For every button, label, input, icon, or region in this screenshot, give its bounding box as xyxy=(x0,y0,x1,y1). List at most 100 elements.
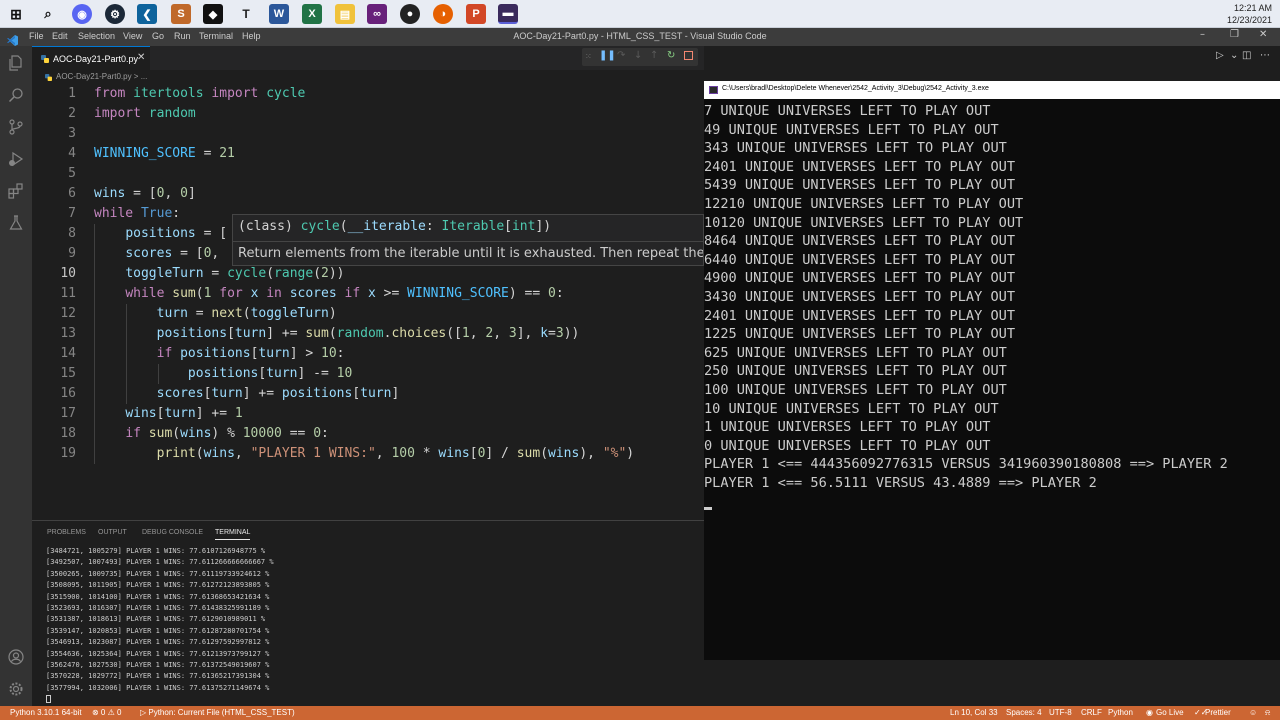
status-python-version[interactable]: Python 3.10.1 64-bit xyxy=(10,708,82,717)
split-editor-icon[interactable]: ◫ xyxy=(1242,50,1251,61)
console-line: 100 UNIQUE UNIVERSES LEFT TO PLAY OUT xyxy=(704,381,1007,398)
discord-icon[interactable]: ◉ xyxy=(72,4,92,24)
run-file-icon[interactable]: ▷ xyxy=(1216,50,1224,61)
extensions-icon[interactable] xyxy=(7,182,25,200)
feedback-icon[interactable]: ☺ xyxy=(1249,708,1257,717)
notifications-bell-icon[interactable]: ⍾ xyxy=(1265,708,1270,718)
close-window-icon[interactable]: ✕ xyxy=(1259,29,1267,40)
status-encoding[interactable]: UTF-8 xyxy=(1049,708,1072,717)
windows-start-icon[interactable]: ⊞ xyxy=(6,4,26,24)
menu-help[interactable]: Help xyxy=(242,31,261,41)
status-prettier[interactable]: Prettier xyxy=(1205,708,1231,717)
pause-icon[interactable]: ❚❚ xyxy=(599,50,616,61)
console-line: 6440 UNIQUE UNIVERSES LEFT TO PLAY OUT xyxy=(704,251,1015,268)
console-line: 12210 UNIQUE UNIVERSES LEFT TO PLAY OUT xyxy=(704,195,1024,212)
line-number: 8 xyxy=(68,226,76,241)
sublime-icon[interactable]: S xyxy=(171,4,191,24)
restore-icon[interactable]: ❐ xyxy=(1230,29,1239,40)
restart-icon[interactable]: ↻ xyxy=(667,50,675,61)
step-over-icon: ↷ xyxy=(617,50,626,61)
terminal-line: [3515900, 1014100] PLAYER 1 WINS: 77.613… xyxy=(46,592,270,601)
stop-icon[interactable] xyxy=(684,51,693,60)
title-bar: AOC-Day21-Part0.py - HTML_CSS_TEST - Vis… xyxy=(0,28,1280,46)
code-editor[interactable]: 1 2 3 4 5 6 7 8 9 10 11 12 13 14 15 16 1… xyxy=(32,84,704,520)
line-number: 12 xyxy=(60,306,76,321)
menu-run[interactable]: Run xyxy=(174,31,191,41)
search-view-icon[interactable] xyxy=(7,86,25,104)
window-title: AOC-Day21-Part0.py - HTML_CSS_TEST - Vis… xyxy=(513,31,767,41)
terminal-line: [3539147, 1020853] PLAYER 1 WINS: 77.612… xyxy=(46,626,270,635)
tab-terminal[interactable]: TERMINAL xyxy=(215,529,251,540)
menu-go[interactable]: Go xyxy=(152,31,164,41)
line-number: 17 xyxy=(60,406,76,421)
word-icon[interactable]: W xyxy=(269,4,289,24)
console-line: 8464 UNIQUE UNIVERSES LEFT TO PLAY OUT xyxy=(704,233,1015,250)
tab-output[interactable]: OUTPUT xyxy=(98,529,127,536)
status-cursor-position[interactable]: Ln 10, Col 33 xyxy=(950,708,998,717)
console-title-bar[interactable]: C:\Users\bradl\Desktop\Delete Whenever\2… xyxy=(704,81,1280,99)
status-problems[interactable]: ⊗ 0 ⚠ 0 xyxy=(92,708,121,717)
line-number: 5 xyxy=(68,166,76,181)
status-eol[interactable]: CRLF xyxy=(1081,708,1102,717)
firefox-icon[interactable]: ◑ xyxy=(433,4,453,24)
vscode-icon[interactable]: ❮ xyxy=(137,4,157,24)
status-indentation[interactable]: Spaces: 4 xyxy=(1006,708,1042,717)
menu-terminal[interactable]: Terminal xyxy=(199,31,233,41)
excel-icon[interactable]: X xyxy=(302,4,322,24)
settings-gear-icon[interactable] xyxy=(7,680,25,698)
drag-handle-icon[interactable]: ⁙ xyxy=(585,52,592,61)
explorer-icon[interactable] xyxy=(7,54,25,72)
code-line-19: print(wins, "PLAYER 1 WINS:", 100 * wins… xyxy=(156,446,635,461)
line-number: 11 xyxy=(60,286,76,301)
status-run-config[interactable]: ▷ Python: Current File (HTML_CSS_TEST) xyxy=(140,708,295,717)
run-debug-icon[interactable] xyxy=(7,150,25,168)
line-number: 15 xyxy=(60,366,76,381)
terminal-line: [3562470, 1027530] PLAYER 1 WINS: 77.613… xyxy=(46,661,270,670)
status-language[interactable]: Python xyxy=(1108,708,1133,717)
tab-aoc-day21[interactable]: AOC-Day21-Part0.py ✕ xyxy=(32,46,150,70)
github-icon[interactable]: ● xyxy=(400,4,420,24)
code-line-10: toggleTurn = cycle(range(2)) xyxy=(125,266,345,281)
menu-edit[interactable]: Edit xyxy=(52,31,68,41)
status-golive[interactable]: Go Live xyxy=(1156,708,1184,717)
minimize-icon[interactable]: – xyxy=(1200,29,1205,40)
line-number: 13 xyxy=(60,326,76,341)
file-explorer-icon[interactable]: ▤ xyxy=(335,4,355,24)
terminal-line: [3577994, 1032006] PLAYER 1 WINS: 77.613… xyxy=(46,683,270,692)
line-number: 9 xyxy=(68,246,76,261)
windows-taskbar: ⊞ ⌕ ◉ ⚙ ❮ S ◆ T W X ▤ ∞ ● ◑ P ▬ 12:21 AM… xyxy=(0,0,1280,28)
line-number: 4 xyxy=(68,146,76,161)
console-app-icon[interactable]: ▬ xyxy=(498,4,518,24)
menu-view[interactable]: View xyxy=(123,31,142,41)
hover-signature: (class) cycle(__iterable: Iterable[int]) xyxy=(238,219,552,234)
step-into-icon: ↓ xyxy=(634,50,643,61)
run-dropdown-icon[interactable]: ⌄ xyxy=(1230,50,1238,61)
terminal-output[interactable]: [3484721, 1005279] PLAYER 1 WINS: 77.610… xyxy=(46,546,274,694)
menu-selection[interactable]: Selection xyxy=(78,31,115,41)
visual-studio-icon[interactable]: ∞ xyxy=(367,4,387,24)
breadcrumb[interactable]: AOC-Day21-Part0.py > ... xyxy=(32,70,704,84)
tab-problems[interactable]: PROBLEMS xyxy=(47,529,86,536)
console-line: 5439 UNIQUE UNIVERSES LEFT TO PLAY OUT xyxy=(704,177,1015,194)
latex-icon[interactable]: T xyxy=(236,4,256,24)
steam-icon[interactable]: ⚙ xyxy=(105,4,125,24)
powerpoint-icon[interactable]: P xyxy=(466,4,486,24)
unity-icon[interactable]: ◆ xyxy=(203,4,223,24)
tab-close-icon[interactable]: ✕ xyxy=(137,52,145,63)
account-icon[interactable] xyxy=(7,648,25,666)
search-icon[interactable]: ⌕ xyxy=(38,4,58,24)
console-window[interactable]: C:\Users\bradl\Desktop\Delete Whenever\2… xyxy=(704,81,1280,660)
menu-file[interactable]: File xyxy=(29,31,44,41)
tab-debug-console[interactable]: DEBUG CONSOLE xyxy=(142,529,203,536)
tab-label: AOC-Day21-Part0.py xyxy=(53,54,139,64)
more-actions-icon[interactable]: ⋯ xyxy=(1260,50,1270,61)
line-number: 14 xyxy=(60,346,76,361)
code-line-9: scores = [0, xyxy=(125,246,220,261)
source-control-icon[interactable] xyxy=(7,118,25,136)
console-line: 1225 UNIQUE UNIVERSES LEFT TO PLAY OUT xyxy=(704,326,1015,343)
code-line-15: positions[turn] -= 10 xyxy=(187,366,353,381)
testing-icon[interactable] xyxy=(7,214,25,232)
clock[interactable]: 12:21 AM 12/23/2021 xyxy=(1227,2,1272,26)
golive-icon: ◉ xyxy=(1146,708,1153,717)
console-line: PLAYER 1 <== 444356092776315 VERSUS 3419… xyxy=(704,456,1228,473)
